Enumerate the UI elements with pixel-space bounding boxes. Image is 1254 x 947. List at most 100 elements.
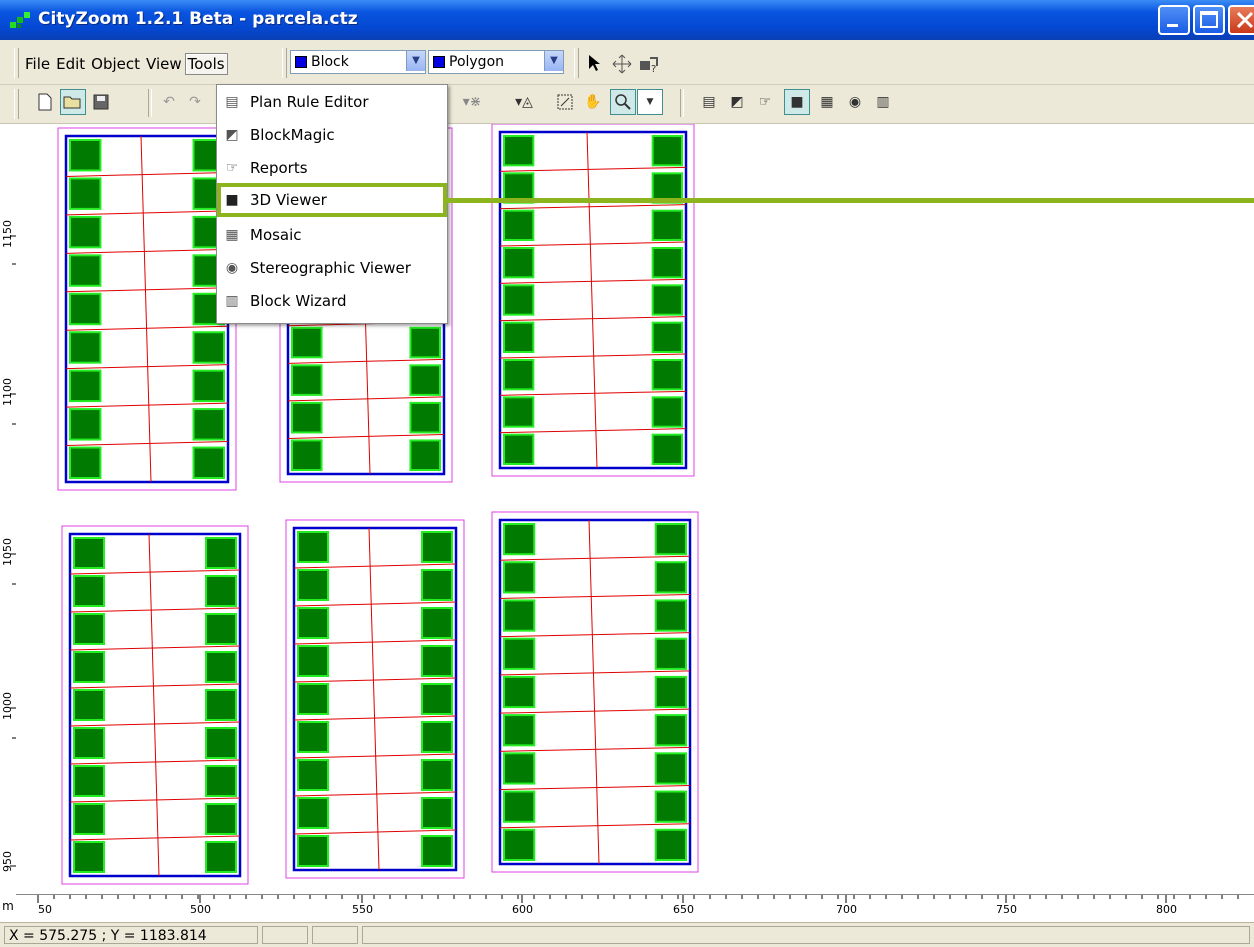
building[interactable] [421,531,453,563]
draw-polygon-button[interactable]: ▾◬ [506,89,542,115]
building[interactable] [69,408,102,441]
building[interactable] [73,575,105,607]
menu-item-block-wizard[interactable]: ▥ Block Wizard [217,286,447,316]
lot-line[interactable] [293,677,457,683]
building[interactable] [205,537,237,569]
chevron-down-icon[interactable]: ▼ [544,51,563,71]
plan-rule-editor-tool[interactable]: ▤ [696,89,722,115]
building[interactable] [503,561,536,594]
building[interactable] [69,331,102,364]
lot-line[interactable] [287,396,445,402]
stereographic-viewer-tool[interactable]: ◉ [842,89,868,115]
building[interactable] [205,727,237,759]
building[interactable] [651,359,684,391]
building[interactable] [421,835,453,867]
lot-line[interactable] [69,835,241,841]
grip-handle[interactable] [14,89,19,119]
lot-line[interactable] [499,390,687,396]
building[interactable] [503,828,536,861]
menu-tools[interactable]: Tools [184,53,228,75]
building[interactable] [503,209,535,241]
map-drawing[interactable] [16,124,1254,894]
building[interactable] [503,523,536,556]
building[interactable] [297,569,329,601]
building[interactable] [291,364,323,396]
building[interactable] [297,683,329,715]
building[interactable] [205,613,237,645]
building[interactable] [651,284,684,316]
building[interactable] [291,439,323,472]
menu-object[interactable]: Object [88,53,143,75]
lot-line[interactable] [499,632,691,638]
building[interactable] [192,331,226,364]
building[interactable] [192,446,226,479]
building[interactable] [503,714,536,747]
move-icon[interactable] [612,54,632,74]
building[interactable] [297,835,329,867]
building[interactable] [291,401,323,434]
building[interactable] [503,637,536,670]
building[interactable] [651,135,684,167]
building[interactable] [503,135,535,167]
new-file-button[interactable] [32,89,58,115]
building[interactable] [654,790,687,823]
building[interactable] [421,683,453,715]
building[interactable] [503,599,536,632]
3d-viewer-tool[interactable]: ■ [784,89,810,115]
building[interactable] [654,675,687,709]
lot-line[interactable] [287,433,445,439]
mosaic-tool[interactable]: ▦ [814,89,840,115]
minimize-button[interactable] [1158,5,1190,35]
building[interactable] [409,439,442,472]
lot-line[interactable] [293,753,457,759]
building[interactable] [503,752,536,785]
building[interactable] [654,714,687,747]
building[interactable] [205,841,237,873]
lot-line[interactable] [499,555,691,561]
lot-line[interactable] [69,569,241,575]
lot-line[interactable] [293,791,457,797]
building[interactable] [421,607,453,639]
lot-line[interactable] [65,402,229,408]
lot-line[interactable] [499,785,691,791]
shape-combo[interactable]: Polygon ▼ [428,50,564,74]
building[interactable] [192,408,226,441]
building[interactable] [73,689,105,721]
lot-line[interactable] [499,593,691,599]
lot-line[interactable] [499,166,687,172]
lot-line[interactable] [499,428,687,434]
building[interactable] [421,569,453,601]
select-arrow-icon[interactable] [586,54,602,72]
lot-line[interactable] [293,829,457,835]
grip-handle[interactable] [14,48,19,78]
lot-divider[interactable] [148,533,160,877]
building[interactable] [69,369,102,403]
building[interactable] [205,765,237,797]
menu-item-reports[interactable]: ☞ Reports [217,153,447,183]
menu-item-stereographic-viewer[interactable]: ◉ Stereographic Viewer [217,253,447,283]
zoom-extents-button[interactable] [552,89,578,115]
building[interactable] [503,433,535,465]
chevron-down-icon[interactable]: ▼ [406,51,425,71]
redo-button[interactable]: ↷ [182,89,208,115]
block-wizard-tool[interactable]: ▥ [870,89,896,115]
building[interactable] [409,364,442,396]
pan-button[interactable]: ✋ [580,89,606,115]
building[interactable] [73,803,105,835]
building[interactable] [651,209,684,241]
lot-divider[interactable] [588,519,600,865]
menu-file[interactable]: File [22,53,53,75]
building[interactable] [69,292,102,326]
lot-divider[interactable] [586,131,598,469]
building[interactable] [651,396,684,428]
lot-line[interactable] [65,210,229,216]
lot-line[interactable] [499,670,691,676]
lot-line[interactable] [287,358,445,364]
menu-view[interactable]: View [143,53,185,75]
building[interactable] [73,613,105,645]
menu-edit[interactable]: Edit [53,53,88,75]
building[interactable] [69,446,102,479]
building[interactable] [503,247,535,279]
snap-grid-button[interactable]: ▾⋇ [452,89,492,115]
building[interactable] [421,645,453,677]
